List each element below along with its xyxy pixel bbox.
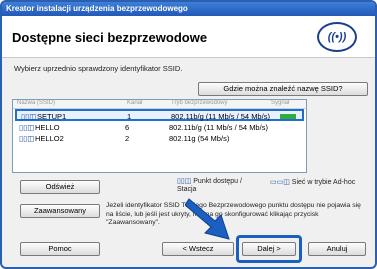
legend-access-point: ▯▯◫ Punkt dostępu / Stacja <box>177 178 247 194</box>
network-name: SETUP1 <box>37 112 67 121</box>
help-button[interactable]: Pomoc <box>20 242 100 256</box>
signal-strength-icon <box>280 114 296 119</box>
advanced-button[interactable]: Zaawansowany <box>20 204 100 218</box>
instruction-text: Wybierz uprzednio sprawdzony identyfikat… <box>14 64 183 73</box>
column-mode: Tryb bezprzewodowy <box>171 100 228 106</box>
legend-adhoc: ▭▭◫ Sieć w trybie Ad-hoc <box>270 178 370 186</box>
network-mode: 802.11g (54 Mb/s) <box>169 134 230 143</box>
access-point-icon: ▯▯◫ <box>21 112 37 121</box>
wireless-logo-icon: ((•)) <box>317 22 357 52</box>
list-header: Nazwa (SSID) Kanał Tryb bezprzewodowy Sy… <box>13 100 306 109</box>
access-point-icon: ▯▯◫ <box>19 123 35 132</box>
network-row-setup1[interactable]: ▯▯◫ SETUP1 1 802.11b/g (11 Mb/s / 54 Mb/… <box>15 109 304 121</box>
legend-adhoc-label: Sieć w trybie Ad-hoc <box>291 179 356 186</box>
page-header: Dostępne sieci bezprzewodowe ((•)) <box>2 16 375 58</box>
network-list[interactable]: Nazwa (SSID) Kanał Tryb bezprzewodowy Sy… <box>12 99 307 173</box>
network-channel: 2 <box>125 134 130 143</box>
back-button[interactable]: < Wstecz <box>162 242 234 256</box>
ssid-help-button[interactable]: Gdzie można znaleźć nazwę SSID? <box>198 82 368 96</box>
window-title: Kreator instalacji urządzenia bezprzewod… <box>2 2 375 16</box>
access-point-icon: ▯▯◫ <box>19 134 35 143</box>
network-channel: 1 <box>127 112 132 121</box>
column-signal: Sygnał <box>271 100 290 106</box>
next-button[interactable]: Dalej > <box>242 242 296 256</box>
column-name: Nazwa (SSID) <box>17 100 56 106</box>
cancel-button[interactable]: Anuluj <box>308 242 366 256</box>
access-point-legend-icon: ▯▯◫ <box>177 178 194 185</box>
column-channel: Kanał <box>127 100 143 106</box>
network-mode: 802.11b/g (11 Mb/s / 54 Mb/s) <box>169 123 268 132</box>
page-title: Dostępne sieci bezprzewodowe <box>12 30 208 45</box>
network-mode: 802.11b/g (11 Mb/s / 54 Mb/s) <box>171 112 270 121</box>
network-row-hello2[interactable]: ▯▯◫ HELLO2 2 802.11g (54 Mb/s) <box>15 133 304 145</box>
adhoc-legend-icon: ▭▭◫ <box>270 179 292 186</box>
network-name: HELLO2 <box>35 134 64 143</box>
installer-window: Kreator instalacji urządzenia bezprzewod… <box>0 0 377 269</box>
network-channel: 6 <box>125 123 130 132</box>
network-name: HELLO <box>35 123 60 132</box>
refresh-button[interactable]: Odśwież <box>20 180 100 194</box>
